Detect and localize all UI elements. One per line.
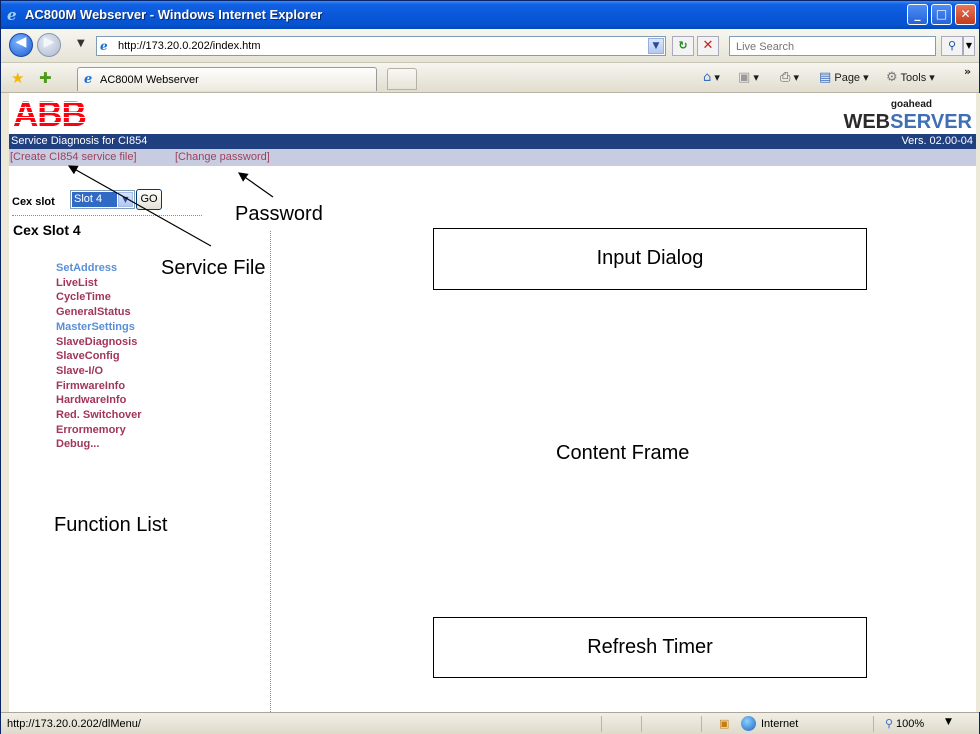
function-item-slaveconfig[interactable]: SlaveConfig (56, 349, 142, 364)
cex-slot-value: Slot 4 (72, 192, 117, 207)
globe-icon (741, 716, 756, 731)
function-item-red-switchover[interactable]: Red. Switchover (56, 408, 142, 423)
page-menu-label: Page (834, 72, 861, 84)
function-item-debug[interactable]: Debug... (56, 437, 142, 452)
close-button[interactable]: ✕ (955, 4, 976, 25)
status-bar: http://173.20.0.202/dlMenu/ ▣ Internet ⚲… (1, 712, 979, 734)
goahead-label: goahead (890, 99, 932, 110)
zoom-icon[interactable]: ⚲ (885, 717, 893, 730)
refresh-button[interactable]: ↻ (672, 36, 694, 56)
tools-menu[interactable]: ⚙ Tools ▾ (886, 70, 935, 85)
search-field[interactable] (729, 36, 936, 56)
tools-menu-label: Tools (900, 72, 927, 84)
change-password-link[interactable]: [Change password] (175, 151, 270, 163)
window-title: AC800M Webserver - Windows Internet Expl… (25, 7, 323, 22)
browser-window: e AC800M Webserver - Windows Internet Ex… (0, 0, 980, 734)
page-edge (976, 93, 980, 712)
content-frame-annotation: Content Frame (556, 442, 690, 464)
page-content: ABB goahead WEBSERVER Service Diagnosis … (9, 93, 976, 712)
search-icon[interactable]: ⚲ (941, 36, 963, 56)
new-tab-button[interactable] (387, 68, 417, 90)
status-url: http://173.20.0.202/dlMenu/ (7, 718, 141, 730)
page-menu[interactable]: ▤ Page ▾ (819, 70, 869, 85)
feeds-icon[interactable]: ▣ ▾ (738, 70, 759, 85)
create-service-file-link[interactable]: [Create CI854 service file] (10, 151, 137, 163)
function-list-annotation: Function List (54, 514, 168, 536)
password-arrow (238, 172, 274, 198)
url-dropdown-icon[interactable]: ▼ (648, 38, 664, 54)
divider (701, 716, 702, 732)
frame-divider (270, 231, 271, 712)
url-text: http://173.20.0.202/index.htm (118, 40, 261, 52)
function-item-firmwareinfo[interactable]: FirmwareInfo (56, 379, 142, 394)
zoom-level[interactable]: 100% (896, 718, 924, 730)
refresh-timer-annotation: Refresh Timer (433, 617, 867, 678)
zoom-dropdown-icon[interactable]: ▼ (945, 717, 952, 727)
search-options-icon[interactable]: ▼ (963, 36, 975, 56)
protected-mode-icon[interactable]: ▣ (719, 717, 729, 730)
function-item-hardwareinfo[interactable]: HardwareInfo (56, 393, 142, 408)
function-item-setaddress[interactable]: SetAddress (56, 261, 142, 276)
ie-logo-icon: e (7, 6, 17, 24)
more-chevron-icon[interactable]: » (964, 65, 971, 78)
page-title: Service Diagnosis for CI854 (11, 135, 148, 147)
forward-button[interactable]: ▶ (37, 33, 61, 57)
abb-logo: ABB (13, 95, 87, 134)
slot-title: Cex Slot 4 (13, 222, 81, 238)
tab-label: AC800M Webserver (100, 74, 199, 86)
divider (873, 716, 874, 732)
divider (12, 215, 202, 216)
function-item-livelist[interactable]: LiveList (56, 276, 142, 291)
history-dropdown-icon[interactable]: ▼ (77, 38, 85, 49)
function-item-mastersettings[interactable]: MasterSettings (56, 320, 142, 335)
function-item-generalstatus[interactable]: GeneralStatus (56, 305, 142, 320)
service-file-annotation: Service File (161, 257, 266, 279)
address-bar: ◀ ▶ ▼ e http://173.20.0.202/index.htm ▼ … (1, 29, 979, 63)
favorites-star-icon[interactable]: ★ (11, 69, 24, 87)
link-bar: [Create CI854 service file] [Change pass… (9, 149, 976, 166)
function-item-slavediagnosis[interactable]: SlaveDiagnosis (56, 335, 142, 350)
page-icon: e (100, 39, 108, 53)
stop-button[interactable]: ✕ (697, 36, 719, 56)
minimize-button[interactable]: _ (907, 4, 928, 25)
version-label: Vers. 02.00-04 (901, 135, 973, 147)
back-button[interactable]: ◀ (9, 33, 33, 57)
search-input[interactable] (730, 38, 930, 56)
function-item-cycletime[interactable]: CycleTime (56, 290, 142, 305)
cex-slot-label: Cex slot (12, 196, 55, 208)
print-icon[interactable]: ⎙ ▾ (780, 70, 799, 85)
divider (601, 716, 602, 732)
command-bar: ★ ✚ e AC800M Webserver ⌂ ▾ ▣ ▾ ⎙ ▾ ▤ Pag… (1, 63, 979, 93)
divider (641, 716, 642, 732)
function-item-errormemory[interactable]: Errormemory (56, 423, 142, 438)
add-favorite-icon[interactable]: ✚ (39, 69, 52, 87)
webserver-wordmark: WEBSERVER (843, 111, 972, 133)
home-icon[interactable]: ⌂ ▾ (703, 70, 720, 85)
go-button[interactable]: GO (136, 189, 162, 210)
cex-slot-select[interactable]: Slot 4 ▼ (70, 190, 135, 209)
password-annotation: Password (235, 203, 323, 225)
security-zone[interactable]: Internet (761, 718, 798, 730)
chevron-down-icon[interactable]: ▼ (118, 192, 133, 207)
tab-page-icon: e (84, 72, 93, 87)
input-dialog-annotation: Input Dialog (433, 228, 867, 290)
tab-ac800m-webserver[interactable]: e AC800M Webserver (77, 67, 377, 91)
maximize-button[interactable]: □ (931, 4, 952, 25)
header-bar: Service Diagnosis for CI854 Vers. 02.00-… (9, 134, 976, 149)
title-bar: e AC800M Webserver - Windows Internet Ex… (1, 1, 979, 29)
function-list: SetAddress LiveList CycleTime GeneralSta… (56, 261, 142, 452)
function-item-slave-io[interactable]: Slave-I/O (56, 364, 142, 379)
url-field[interactable]: e http://173.20.0.202/index.htm ▼ (96, 36, 666, 56)
